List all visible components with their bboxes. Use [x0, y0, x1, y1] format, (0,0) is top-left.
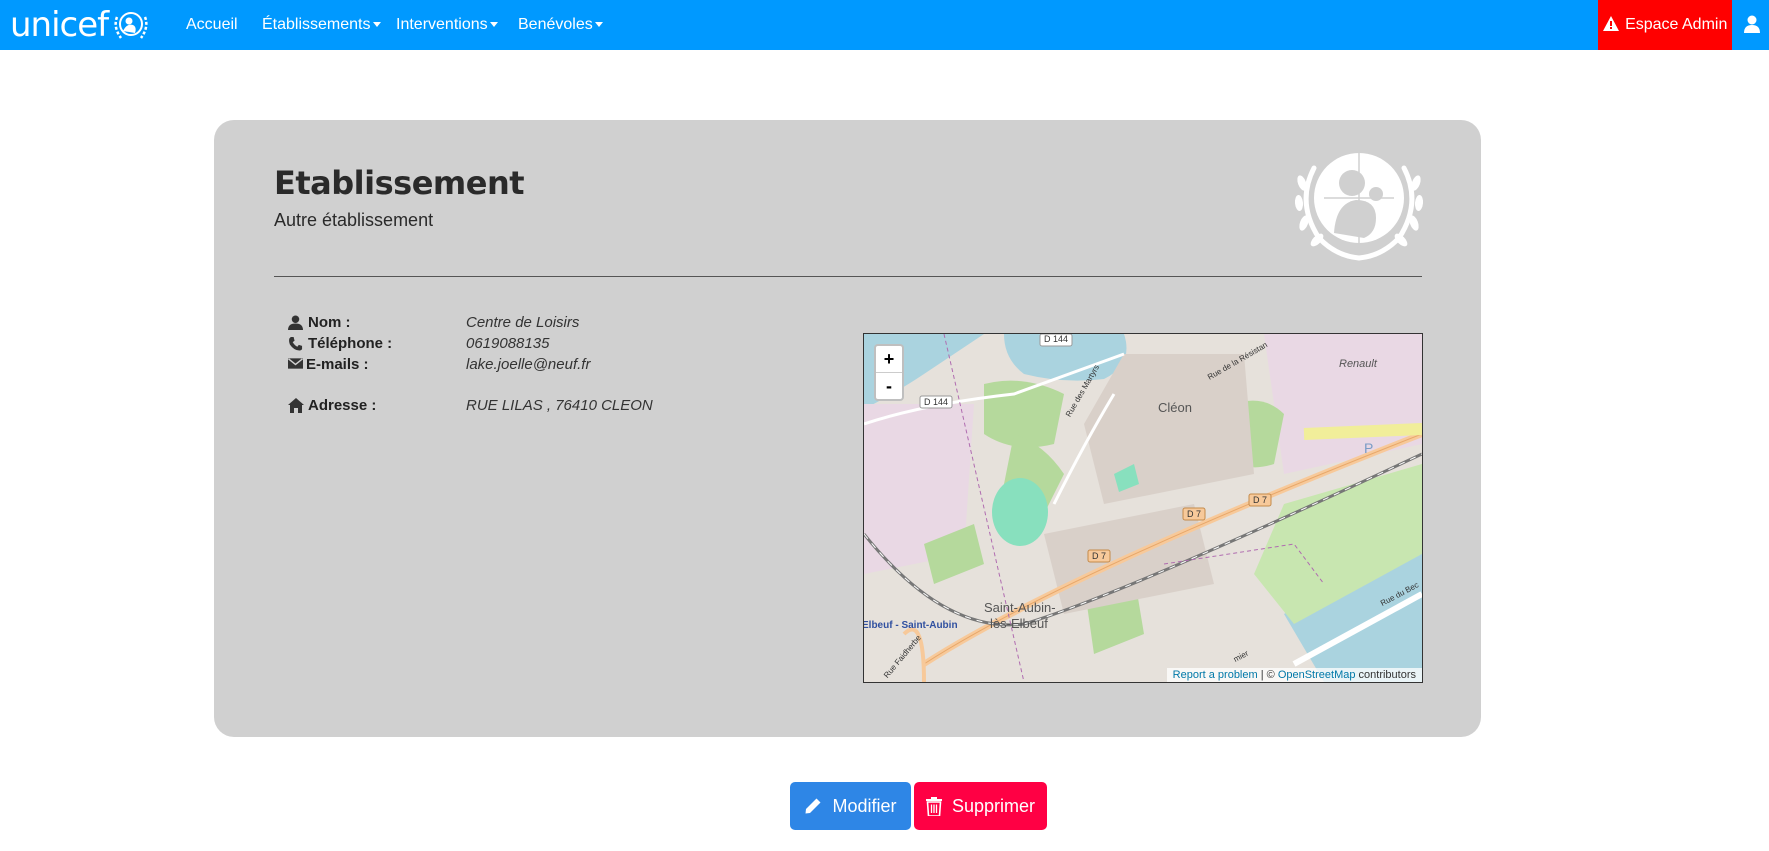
map-label-saint-aubin-1: Saint-Aubin-	[984, 600, 1056, 615]
delete-button-label: Supprimer	[951, 795, 1036, 816]
unicef-seal-icon	[1294, 153, 1424, 261]
map-label-d7-a: D 7	[1092, 551, 1107, 561]
report-problem-link[interactable]: Report a problem	[1173, 669, 1258, 681]
admin-space-button[interactable]: Espace Admin	[1598, 0, 1732, 50]
map-label-parking: P	[1364, 440, 1374, 456]
map-label-d7-c: D 7	[1253, 495, 1268, 505]
page-title: Etablissement	[274, 164, 525, 202]
caret-down-icon	[594, 22, 603, 28]
establishment-panel: Etablissement Autre établissement Nom :	[214, 120, 1481, 737]
unicef-globe-icon	[114, 12, 148, 39]
nav-benevoles-label: Benévoles	[518, 16, 593, 33]
email-value: lake.joelle@neuf.fr	[466, 356, 591, 373]
user-icon[interactable]	[1744, 15, 1760, 33]
nav-etablissements-label: Établissements	[262, 16, 371, 33]
attribution-contributors: contributors	[1355, 669, 1416, 681]
caret-down-icon	[372, 22, 381, 28]
address-value: RUE LILAS , 76410 CLEON	[466, 397, 653, 414]
edit-button[interactable]: Modifier	[790, 782, 911, 830]
nav-accueil[interactable]: Accueil	[186, 0, 238, 50]
map-label-saint-aubin-2: lès-Elbeuf	[990, 616, 1048, 631]
admin-space-label: Espace Admin	[1625, 16, 1728, 33]
nav-accueil-label: Accueil	[186, 16, 238, 33]
attribution-separator: | ©	[1257, 669, 1278, 681]
email-label: E-mails :	[306, 356, 369, 373]
map-label-d144-left: D 144	[924, 397, 949, 407]
trash-icon	[925, 796, 942, 816]
brand-name: unicef	[10, 5, 109, 45]
edit-button-label: Modifier	[832, 795, 897, 816]
phone-value: 0619088135	[466, 335, 550, 352]
map-attribution: Report a problem | © OpenStreetMap contr…	[1166, 668, 1422, 682]
caret-down-icon	[489, 22, 498, 28]
zoom-out-button[interactable]: -	[876, 372, 902, 399]
name-value: Centre de Loisirs	[466, 314, 580, 331]
title-divider	[274, 276, 1422, 277]
location-map[interactable]: D 144 D 144 D 7 D 7 D 7 Cléon Renault Sa…	[863, 333, 1423, 683]
unicef-logo[interactable]: unicef	[10, 4, 151, 46]
home-icon	[288, 398, 304, 413]
envelope-icon	[288, 358, 303, 369]
phone-icon	[289, 336, 303, 351]
establishment-type: Autre établissement	[274, 210, 434, 230]
nav-interventions-label: Interventions	[396, 16, 488, 33]
nav-benevoles-dropdown[interactable]: Benévoles	[518, 0, 603, 50]
zoom-in-button[interactable]: +	[876, 346, 902, 372]
name-label: Nom :	[308, 314, 351, 331]
nav-interventions-dropdown[interactable]: Interventions	[396, 0, 498, 50]
pencil-icon	[805, 798, 821, 814]
openstreetmap-link[interactable]: OpenStreetMap	[1278, 669, 1356, 681]
delete-button[interactable]: Supprimer	[914, 782, 1047, 830]
warning-icon	[1602, 16, 1619, 31]
map-label-d144-top: D 144	[1044, 334, 1069, 344]
address-label: Adresse :	[308, 397, 377, 414]
map-label-cleon: Cléon	[1158, 400, 1192, 415]
map-zoom-control: + -	[874, 344, 904, 401]
nav-etablissements-dropdown[interactable]: Établissements	[262, 0, 381, 50]
user-icon	[288, 315, 303, 330]
phone-label: Téléphone :	[308, 335, 393, 352]
map-label-d7-b: D 7	[1187, 509, 1202, 519]
map-label-renault: Renault	[1339, 358, 1377, 370]
top-navbar: unicef Accueil Établissements Interventi…	[0, 0, 1769, 50]
map-label-station: Elbeuf - Saint-Aubin	[863, 620, 958, 631]
